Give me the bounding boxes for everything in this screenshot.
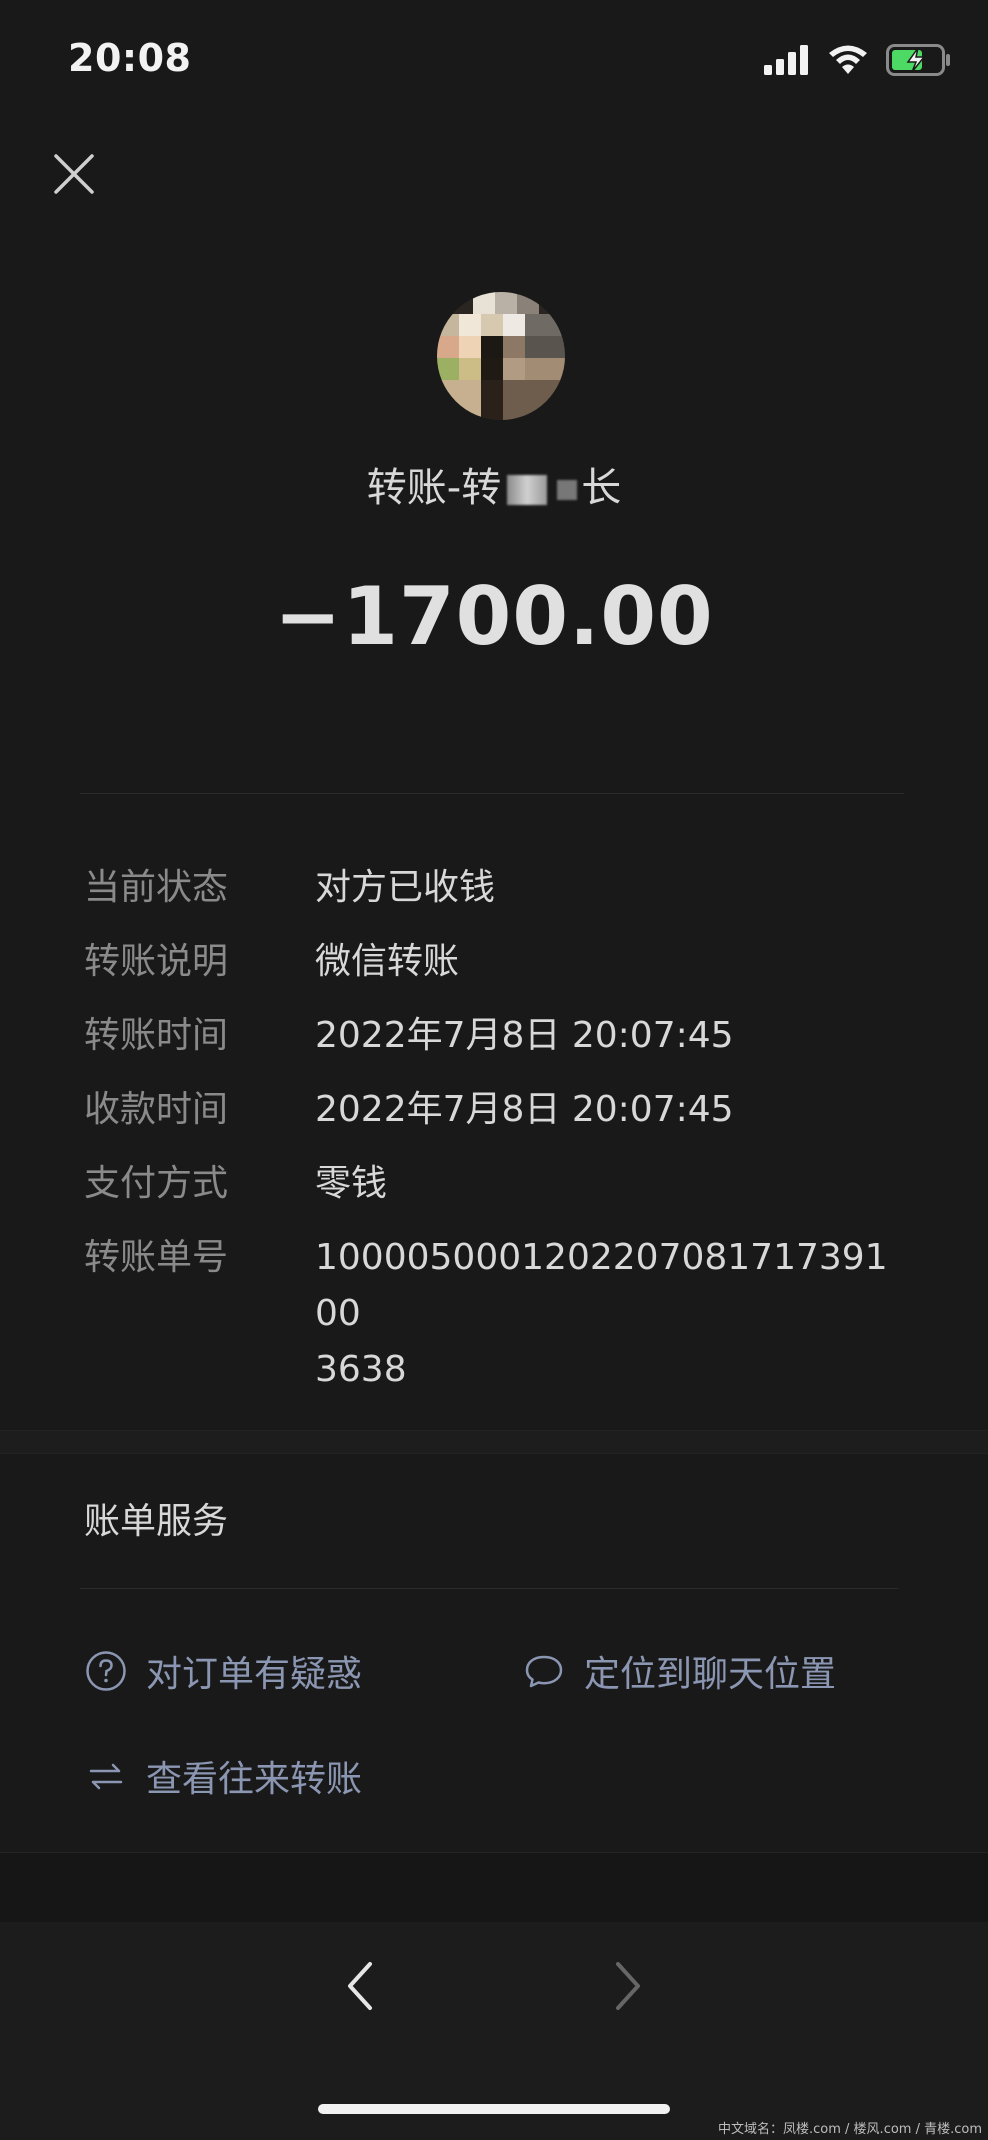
detail-value-order-number[interactable]: 100005000120220708171739100 3638 [315, 1230, 905, 1398]
divider [80, 1588, 898, 1589]
detail-value: 2022年7月8日 20:07:45 [315, 1015, 734, 1056]
chat-bubble-icon [522, 1649, 566, 1693]
view-transfers-label: 查看往来转账 [146, 1759, 363, 1800]
detail-value: 对方已收钱 [315, 867, 496, 908]
detail-value: 2022年7月8日 20:07:45 [315, 1089, 734, 1130]
detail-label: 支付方式 [84, 1163, 229, 1204]
view-transfers-button[interactable]: 查看往来转账 [84, 1750, 362, 1802]
detail-row-transfer-time: 转账时间 2022年7月8日 20:07:45 [0, 1008, 988, 1082]
chevron-left-icon [348, 1962, 372, 2010]
close-button[interactable] [48, 148, 100, 200]
detail-row-receive-time: 收款时间 2022年7月8日 20:07:45 [0, 1082, 988, 1156]
watermark: 中文域名：凤楼.com / 楼风.com / 青楼.com [718, 2122, 982, 2137]
redacted-mask [557, 480, 578, 500]
detail-label: 转账时间 [84, 1015, 229, 1056]
transfer-details: 当前状态 对方已收钱 转账说明 微信转账 转账时间 2022年7月8日 20:0… [0, 860, 988, 1390]
detail-row-note: 转账说明 微信转账 [0, 934, 988, 1008]
nav-back-button[interactable] [340, 1958, 380, 2014]
detail-value: 微信转账 [315, 941, 460, 982]
section-separator [0, 1430, 988, 1454]
detail-label: 转账说明 [84, 941, 229, 982]
detail-row-order-number: 转账单号 100005000120220708171739100 3638 [0, 1230, 988, 1390]
bottom-spacer [0, 1852, 988, 1923]
detail-label: 转账单号 [84, 1237, 229, 1278]
detail-value: 零钱 [315, 1163, 388, 1204]
signal-icon [764, 45, 808, 75]
payee-title-suffix: 长 [581, 465, 622, 511]
status-time: 20:08 [68, 36, 192, 80]
payee-title-prefix: 转账-转 [366, 465, 502, 511]
home-indicator[interactable] [318, 2104, 670, 2114]
order-question-label: 对订单有疑惑 [146, 1654, 363, 1695]
order-question-button[interactable]: 对订单有疑惑 [84, 1645, 362, 1697]
close-icon [54, 154, 94, 194]
nav-forward-button[interactable] [608, 1958, 648, 2014]
swap-arrows-icon [84, 1754, 128, 1798]
detail-row-payment-method: 支付方式 零钱 [0, 1156, 988, 1230]
transfer-amount: −1700.00 [274, 570, 714, 663]
wifi-icon [829, 45, 867, 74]
payee-title: 转账-转 长 [0, 455, 988, 513]
detail-label: 收款时间 [84, 1089, 229, 1130]
locate-chat-label: 定位到聊天位置 [584, 1654, 837, 1695]
avatar [437, 292, 565, 420]
chevron-right-icon [616, 1962, 640, 2010]
order-number-line: 100005000120220708171739100 [315, 1237, 888, 1334]
divider [80, 793, 904, 794]
order-number-line: 3638 [315, 1349, 407, 1390]
status-bar: 20:08 [0, 0, 988, 120]
detail-row-status: 当前状态 对方已收钱 [0, 860, 988, 934]
locate-chat-button[interactable]: 定位到聊天位置 [522, 1645, 836, 1697]
detail-label: 当前状态 [84, 867, 229, 908]
redacted-mask [507, 475, 548, 505]
battery-charging-icon [886, 44, 950, 76]
question-circle-icon [84, 1649, 128, 1693]
bill-services-title: 账单服务 [84, 1501, 229, 1542]
status-icons [764, 40, 952, 80]
